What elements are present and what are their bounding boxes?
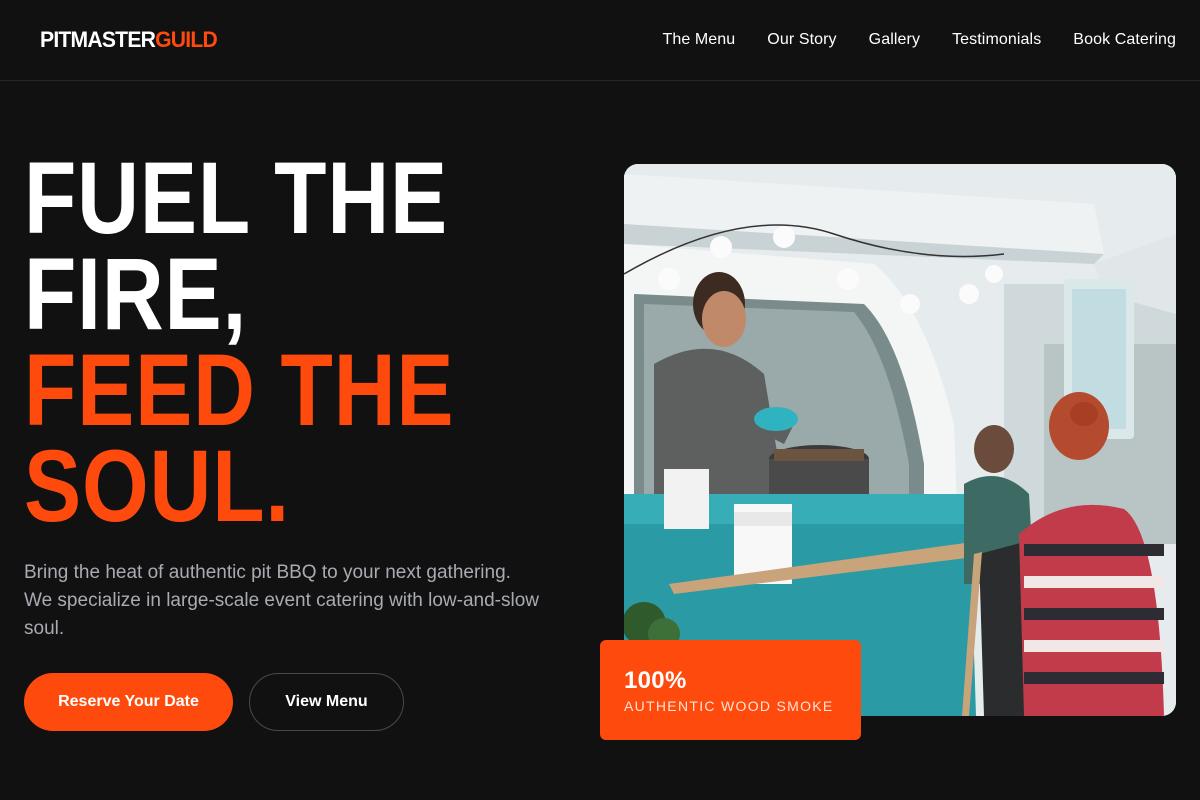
hero-subtext: Bring the heat of authentic pit BBQ to y… <box>24 562 539 639</box>
nav-link-our-story[interactable]: Our Story <box>767 30 836 50</box>
brand-name-part1: PITMASTER <box>40 27 156 52</box>
brand-logo[interactable]: PITMASTERGUILD <box>40 27 218 53</box>
site-header: PITMASTERGUILD The Menu Our Story Galler… <box>0 0 1200 81</box>
headline-line-1: FUEL THE <box>24 141 449 255</box>
brand-name-part2: GUILD <box>155 27 218 52</box>
hero-image <box>624 164 1176 716</box>
headline-line-4: SOUL. <box>24 429 291 543</box>
hero-headline: FUEL THE FIRE, FEED THE SOUL. <box>24 141 455 543</box>
main-nav: The Menu Our Story Gallery Testimonials … <box>662 30 1176 50</box>
stat-card: 100% AUTHENTIC WOOD SMOKE <box>600 640 861 740</box>
nav-link-gallery[interactable]: Gallery <box>869 30 920 50</box>
view-menu-button[interactable]: View Menu <box>249 673 404 731</box>
headline-line-2: FIRE, <box>24 237 248 351</box>
nav-link-book-catering[interactable]: Book Catering <box>1073 30 1176 50</box>
reserve-date-button[interactable]: Reserve Your Date <box>24 673 233 731</box>
headline-line-3: FEED THE <box>24 333 455 447</box>
stat-value: 100% <box>624 667 687 694</box>
food-truck-photo <box>624 164 1176 716</box>
nav-link-testimonials[interactable]: Testimonials <box>952 30 1041 50</box>
nav-link-menu[interactable]: The Menu <box>662 30 735 50</box>
stat-label: AUTHENTIC WOOD SMOKE <box>624 698 834 714</box>
